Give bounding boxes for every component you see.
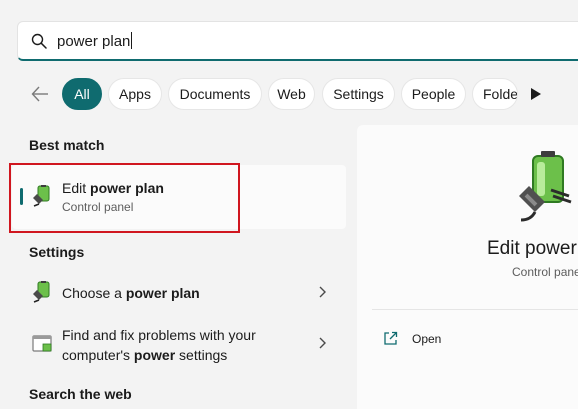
troubleshoot-icon xyxy=(32,335,52,352)
settings-heading: Settings xyxy=(29,244,85,260)
chevron-right-icon xyxy=(319,337,326,349)
search-input[interactable]: power plan xyxy=(57,32,133,50)
detail-subtitle: Control pane xyxy=(512,265,578,279)
play-arrow-icon[interactable] xyxy=(530,87,542,101)
divider xyxy=(372,309,578,310)
annotation-highlight-box xyxy=(9,163,240,233)
text-cursor xyxy=(131,32,133,49)
detail-title: Edit power xyxy=(487,238,577,259)
search-web-heading: Search the web xyxy=(29,386,132,402)
settings-item-troubleshoot-line1[interactable]: Find and fix problems with your xyxy=(62,327,256,343)
battery-plug-icon xyxy=(33,281,50,303)
settings-item-troubleshoot-line2[interactable]: computer's power settings xyxy=(62,347,227,363)
filter-chip-documents[interactable]: Documents xyxy=(168,78,262,110)
best-match-heading: Best match xyxy=(29,137,105,153)
filter-chip-apps[interactable]: Apps xyxy=(108,78,162,110)
battery-plug-icon xyxy=(519,151,572,222)
filter-chip-people[interactable]: People xyxy=(401,78,466,110)
settings-item-choose-power-plan[interactable]: Choose a power plan xyxy=(62,285,200,301)
search-box[interactable]: power plan xyxy=(17,21,578,61)
filter-chip-web[interactable]: Web xyxy=(268,78,315,110)
filter-chip-folders[interactable]: Folde xyxy=(472,78,518,110)
back-arrow-icon[interactable] xyxy=(30,84,50,104)
open-action[interactable]: Open xyxy=(412,332,441,346)
filter-chip-settings[interactable]: Settings xyxy=(322,78,395,110)
filter-chip-all[interactable]: All xyxy=(62,78,102,110)
chevron-right-icon xyxy=(319,286,326,298)
open-external-icon xyxy=(384,331,398,345)
search-icon xyxy=(31,33,47,49)
